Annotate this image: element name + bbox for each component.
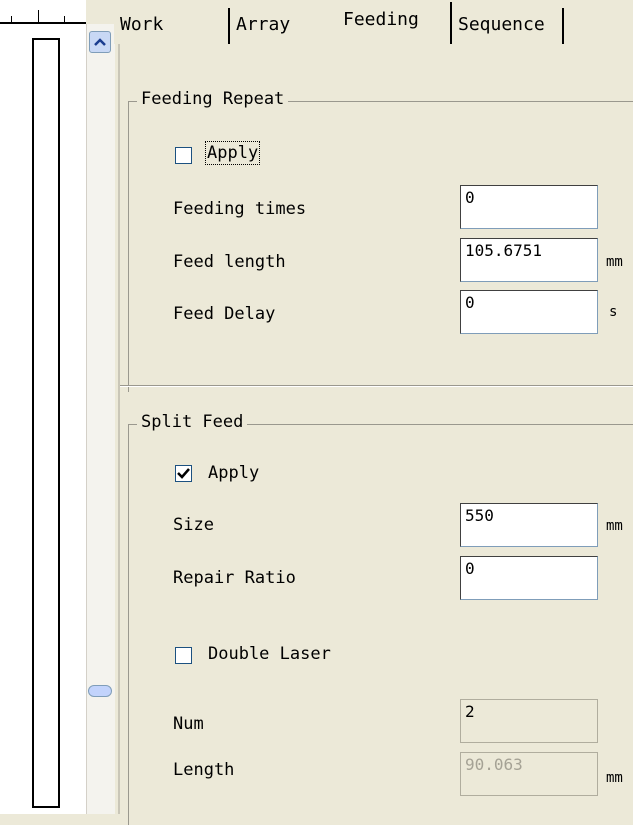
tab-label: Feeding [343,9,419,30]
feeding-times-label: Feeding times [173,199,307,219]
double-laser-checkbox[interactable] [175,647,192,664]
tab-label: Work [120,14,164,35]
tab-sequence[interactable]: Sequence [452,8,564,44]
tab-work[interactable]: Work [114,8,230,44]
size-input[interactable]: 550 [460,503,598,547]
length-input: 90.063 [460,752,598,796]
split-feed-title: Split Feed [137,412,248,432]
tab-array[interactable]: Array [230,8,337,44]
split-feed-apply-checkbox[interactable] [175,465,192,482]
feeding-repeat-apply-checkbox[interactable] [175,147,192,164]
feeding-times-input[interactable]: 0 [460,185,598,229]
num-label: Num [173,714,204,734]
double-laser-label[interactable]: Double Laser [208,644,331,664]
scrollbar-thumb[interactable] [88,685,112,697]
split-feed-apply-label[interactable]: Apply [208,463,259,483]
feed-length-label: Feed length [173,252,286,272]
feed-length-input[interactable]: 105.6751 [460,238,598,282]
ruler-ticks [0,0,86,24]
panel-left-border [118,44,120,814]
chevron-up-icon [94,38,106,46]
tab-label: Array [236,14,291,35]
scroll-up-button[interactable] [89,31,111,53]
size-unit: mm [606,518,623,534]
tab-feeding[interactable]: Feeding [337,2,452,44]
size-label: Size [173,515,214,535]
tab-label: Sequence [458,14,545,35]
checkmark-icon [177,468,190,479]
repair-ratio-input[interactable]: 0 [460,556,598,600]
feed-delay-label: Feed Delay [173,304,276,324]
repair-ratio-label: Repair Ratio [173,568,296,588]
tab-strip: Work Array Feeding Sequence [114,0,633,44]
length-label: Length [173,760,235,780]
feed-length-unit: mm [606,254,623,270]
ruler-canvas-box [32,38,60,808]
feeding-repeat-apply-label[interactable]: Apply [204,141,261,165]
feeding-repeat-title: Feeding Repeat [137,89,289,109]
group-separator-highlight [120,386,633,387]
feed-delay-unit: s [609,304,618,320]
feed-delay-input[interactable]: 0 [460,290,598,334]
num-input: 2 [460,699,598,743]
length-unit: mm [606,770,623,786]
